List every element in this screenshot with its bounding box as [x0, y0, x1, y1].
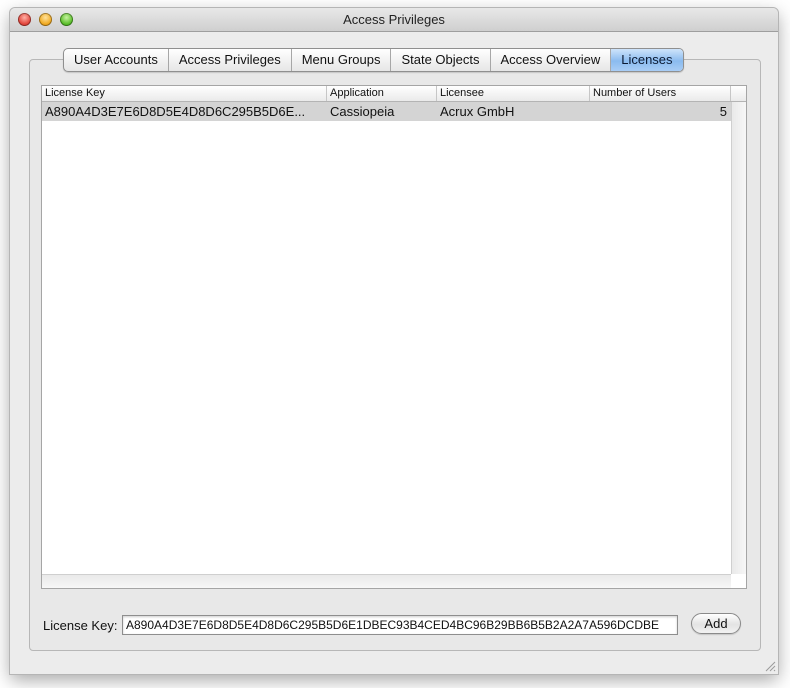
tab-menu-groups[interactable]: Menu Groups — [292, 49, 392, 71]
license-key-label: License Key: — [43, 618, 118, 633]
cell-application: Cassiopeia — [330, 104, 395, 119]
table-row[interactable]: A890A4D3E7E6D8D5E4D8D6C295B5D6E... Cassi… — [42, 102, 731, 121]
tab-state-objects[interactable]: State Objects — [391, 49, 491, 71]
license-key-input[interactable] — [122, 615, 678, 635]
tab-licenses[interactable]: Licenses — [611, 49, 683, 71]
licenses-table: License Key Application Licensee Number … — [41, 85, 747, 589]
column-header-number-of-users[interactable]: Number of Users — [590, 86, 731, 101]
column-header-application[interactable]: Application — [327, 86, 437, 101]
cell-license-key: A890A4D3E7E6D8D5E4D8D6C295B5D6E... — [45, 104, 306, 119]
tab-access-privileges[interactable]: Access Privileges — [169, 49, 292, 71]
tab-access-overview[interactable]: Access Overview — [491, 49, 612, 71]
vertical-scrollbar[interactable] — [731, 102, 746, 574]
tab-user-accounts[interactable]: User Accounts — [64, 49, 169, 71]
cell-licensee: Acrux GmbH — [440, 104, 515, 119]
window-content: User Accounts Access Privileges Menu Gro… — [10, 32, 778, 674]
tab-bar: User Accounts Access Privileges Menu Gro… — [63, 48, 684, 72]
app-window: Access Privileges User Accounts Access P… — [10, 8, 778, 674]
cell-number-of-users: 5 — [719, 104, 727, 119]
window-title: Access Privileges — [343, 12, 445, 27]
column-header-licensee[interactable]: Licensee — [437, 86, 590, 101]
table-header: License Key Application Licensee Number … — [42, 86, 746, 102]
title-bar[interactable]: Access Privileges — [10, 8, 778, 32]
resize-grip-icon[interactable] — [764, 660, 776, 672]
horizontal-scrollbar[interactable] — [42, 574, 731, 588]
column-header-license-key[interactable]: License Key — [42, 86, 327, 101]
add-button[interactable]: Add — [691, 613, 741, 634]
table-body: A890A4D3E7E6D8D5E4D8D6C295B5D6E... Cassi… — [42, 102, 731, 121]
